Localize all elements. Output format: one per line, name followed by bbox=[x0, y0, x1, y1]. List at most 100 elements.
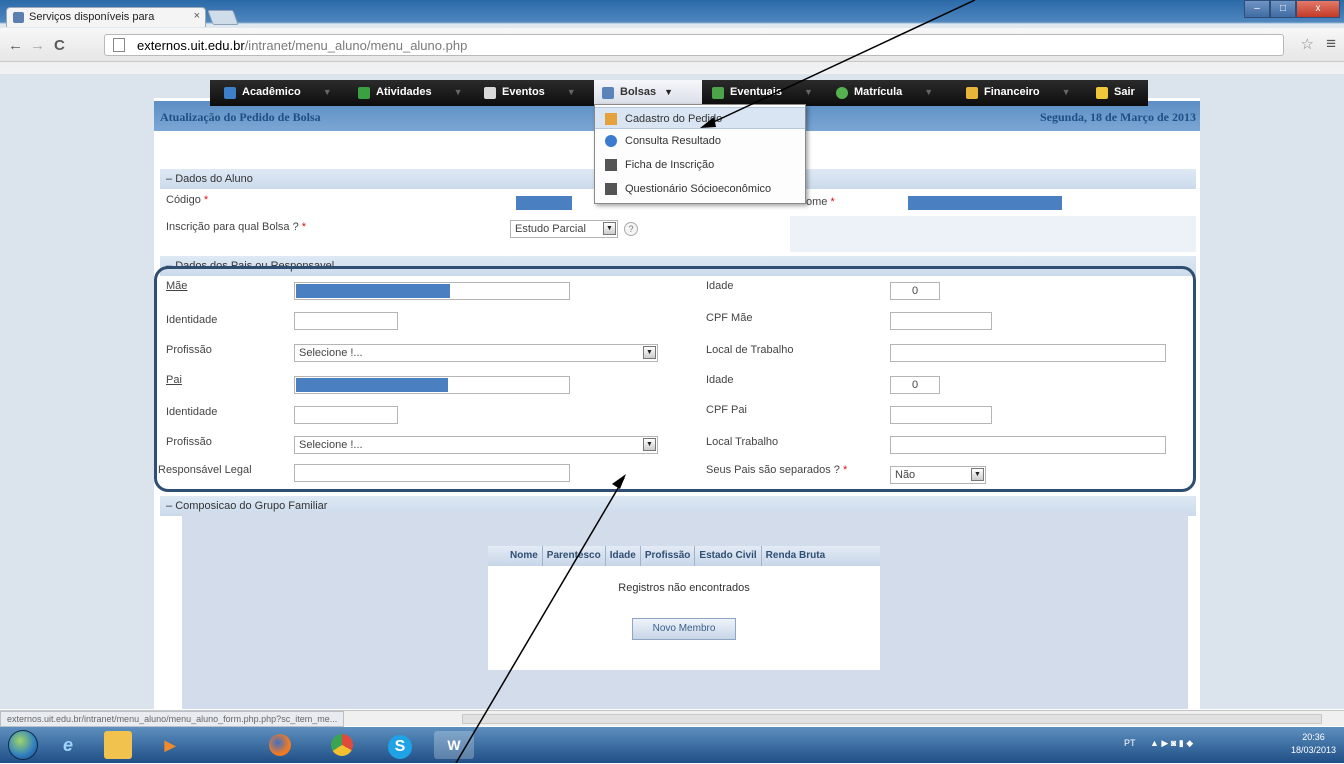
new-tab-button[interactable] bbox=[207, 10, 239, 25]
required-mark: * bbox=[301, 221, 307, 233]
money-icon bbox=[966, 87, 978, 99]
browser-tab[interactable]: Serviços disponíveis para × bbox=[6, 7, 206, 27]
bolsa-select[interactable]: Estudo Parcial ▼ bbox=[510, 220, 618, 238]
tab-close-icon[interactable]: × bbox=[194, 10, 200, 22]
grid-icon bbox=[358, 87, 370, 99]
menu-matricula-label: Matrícula bbox=[854, 86, 903, 98]
internet-explorer-icon[interactable]: e bbox=[48, 731, 88, 759]
url-host: externos.uit.edu.br bbox=[137, 38, 245, 53]
address-bar[interactable]: externos.uit.edu.br/intranet/menu_aluno/… bbox=[104, 34, 1284, 56]
page-date: Segunda, 18 de Março de 2013 bbox=[1040, 110, 1196, 124]
bolsa-select-value: Estudo Parcial bbox=[515, 223, 586, 235]
clock-date: 18/03/2013 bbox=[1290, 745, 1336, 755]
printer-icon bbox=[605, 183, 617, 195]
required-mark: * bbox=[830, 196, 835, 208]
help-icon[interactable]: ? bbox=[624, 222, 638, 236]
window-controls: – □ x bbox=[1244, 0, 1340, 20]
required-mark: * bbox=[203, 194, 209, 206]
menu-eventuais[interactable]: Eventuais ▼ bbox=[704, 80, 826, 106]
section-grupo-familiar-title: Composicao do Grupo Familiar bbox=[175, 500, 328, 512]
menu-atividades[interactable]: Atividades ▼ bbox=[350, 80, 474, 106]
novo-membro-button[interactable]: Novo Membro bbox=[632, 618, 736, 640]
windows-taskbar: e ▶ S W PT ▲ ▶ ◙ ▮ ◆ 20:36 18/03/2013 bbox=[0, 727, 1344, 763]
word-icon[interactable]: W bbox=[434, 731, 474, 759]
codigo-value-redacted bbox=[516, 196, 572, 210]
chevron-down-icon: ▼ bbox=[453, 87, 463, 97]
chrome-icon[interactable] bbox=[322, 731, 362, 759]
media-player-icon[interactable]: ▶ bbox=[150, 731, 190, 759]
column-header-estado-civil[interactable]: Estado Civil bbox=[695, 546, 762, 566]
column-header-idade[interactable]: Idade bbox=[606, 546, 641, 566]
column-header-parentesco[interactable]: Parentesco bbox=[543, 546, 606, 566]
start-button[interactable] bbox=[8, 730, 38, 760]
menu-atividades-label: Atividades bbox=[376, 86, 432, 98]
browser-menu-icon[interactable]: ≡ bbox=[1326, 34, 1336, 54]
circle-icon bbox=[836, 87, 848, 99]
menu-bolsas[interactable]: Bolsas ▼ bbox=[594, 80, 702, 106]
tray-icons[interactable]: ▲ ▶ ◙ ▮ ◆ bbox=[1150, 738, 1193, 749]
tab-title: Serviços disponíveis para bbox=[29, 11, 155, 23]
browser-chrome: Serviços disponíveis para × – □ x ← → C … bbox=[0, 0, 1344, 74]
book-icon bbox=[224, 87, 236, 99]
window-close-button[interactable]: x bbox=[1296, 0, 1340, 18]
menu-eventos[interactable]: Eventos ▼ bbox=[476, 80, 594, 106]
bolsas-dropdown-menu: Cadastro do Pedido Consulta Resultado Fi… bbox=[594, 104, 806, 204]
printer-icon bbox=[605, 159, 617, 171]
web-page: Atualização do Pedido de Bolsa Segunda, … bbox=[0, 74, 1344, 709]
system-clock[interactable]: 20:36 18/03/2013 bbox=[1291, 731, 1336, 757]
menu-item-consulta-resultado-label: Consulta Resultado bbox=[625, 135, 722, 147]
chevron-down-icon: ▼ bbox=[803, 87, 813, 97]
menu-matricula[interactable]: Matrícula ▼ bbox=[828, 80, 956, 106]
chevron-down-icon: ▼ bbox=[924, 87, 934, 97]
column-header-nome[interactable]: Nome bbox=[506, 546, 543, 566]
menu-bolsas-label: Bolsas bbox=[620, 86, 657, 98]
table-header: Nome Parentesco Idade Profissão Estado C… bbox=[488, 546, 880, 566]
menu-item-questionario[interactable]: Questionário Sócioeconômico bbox=[595, 178, 805, 200]
chevron-down-icon: ▼ bbox=[566, 87, 576, 97]
menu-sair-label: Sair bbox=[1114, 86, 1135, 98]
maximize-button[interactable]: □ bbox=[1270, 0, 1296, 18]
reload-icon[interactable]: C bbox=[54, 37, 65, 54]
menu-item-cadastro-pedido-label: Cadastro do Pedido bbox=[625, 113, 723, 125]
menu-item-ficha-inscricao[interactable]: Ficha de Inscrição bbox=[595, 154, 805, 176]
status-bar: externos.uit.edu.br/intranet/menu_aluno/… bbox=[0, 710, 1344, 727]
magnifier-icon bbox=[605, 135, 617, 147]
codigo-label-text: Código bbox=[166, 194, 201, 206]
chevron-down-icon: ▼ bbox=[664, 87, 673, 97]
inscricao-label: Inscrição para qual Bolsa ? * bbox=[166, 221, 306, 233]
minimize-button[interactable]: – bbox=[1244, 0, 1270, 18]
column-header-renda-bruta[interactable]: Renda Bruta bbox=[762, 546, 829, 566]
form-row-background bbox=[790, 216, 1196, 252]
menu-item-consulta-resultado[interactable]: Consulta Resultado bbox=[595, 130, 805, 152]
status-url: externos.uit.edu.br/intranet/menu_aluno/… bbox=[0, 711, 345, 727]
inscricao-label-text: Inscrição para qual Bolsa ? bbox=[166, 221, 299, 233]
empty-message: Registros não encontrados bbox=[618, 582, 750, 594]
menu-item-ficha-inscricao-label: Ficha de Inscrição bbox=[625, 159, 715, 171]
chevron-down-icon: ▼ bbox=[1061, 87, 1071, 97]
chevron-down-icon: ▼ bbox=[322, 87, 332, 97]
nome-label-text: ome bbox=[806, 196, 828, 208]
bookmark-star-icon[interactable]: ☆ bbox=[1301, 35, 1314, 53]
firefox-icon[interactable] bbox=[260, 731, 300, 759]
language-indicator[interactable]: PT bbox=[1124, 738, 1136, 748]
section-dados-aluno-title: Dados do Aluno bbox=[175, 173, 253, 185]
tab-strip: Serviços disponíveis para × – □ x bbox=[0, 0, 1344, 27]
menu-financeiro[interactable]: Financeiro ▼ bbox=[958, 80, 1086, 106]
forward-arrow-icon[interactable]: → bbox=[30, 37, 45, 54]
menu-academico-label: Acadêmico bbox=[242, 86, 301, 98]
menu-financeiro-label: Financeiro bbox=[984, 86, 1040, 98]
chevron-down-icon: ▼ bbox=[603, 222, 616, 235]
back-arrow-icon[interactable]: ← bbox=[8, 37, 23, 54]
main-menu-bar: Acadêmico ▼ Atividades ▼ Eventos ▼ Bolsas ▼ … bbox=[210, 80, 1148, 106]
column-header-profissao[interactable]: Profissão bbox=[641, 546, 696, 566]
horizontal-scrollbar[interactable] bbox=[462, 714, 1322, 724]
menu-sair[interactable]: Sair bbox=[1088, 80, 1146, 106]
menu-eventuais-label: Eventuais bbox=[730, 86, 782, 98]
folder-icon[interactable] bbox=[104, 731, 132, 759]
page-title: Atualização do Pedido de Bolsa bbox=[160, 110, 321, 124]
nome-value-redacted bbox=[908, 196, 1062, 210]
skype-icon[interactable]: S bbox=[380, 731, 420, 759]
menu-item-cadastro-pedido[interactable]: Cadastro do Pedido bbox=[595, 107, 805, 129]
menu-academico[interactable]: Acadêmico ▼ bbox=[216, 80, 346, 106]
url-path: /intranet/menu_aluno/menu_aluno.php bbox=[244, 38, 468, 53]
